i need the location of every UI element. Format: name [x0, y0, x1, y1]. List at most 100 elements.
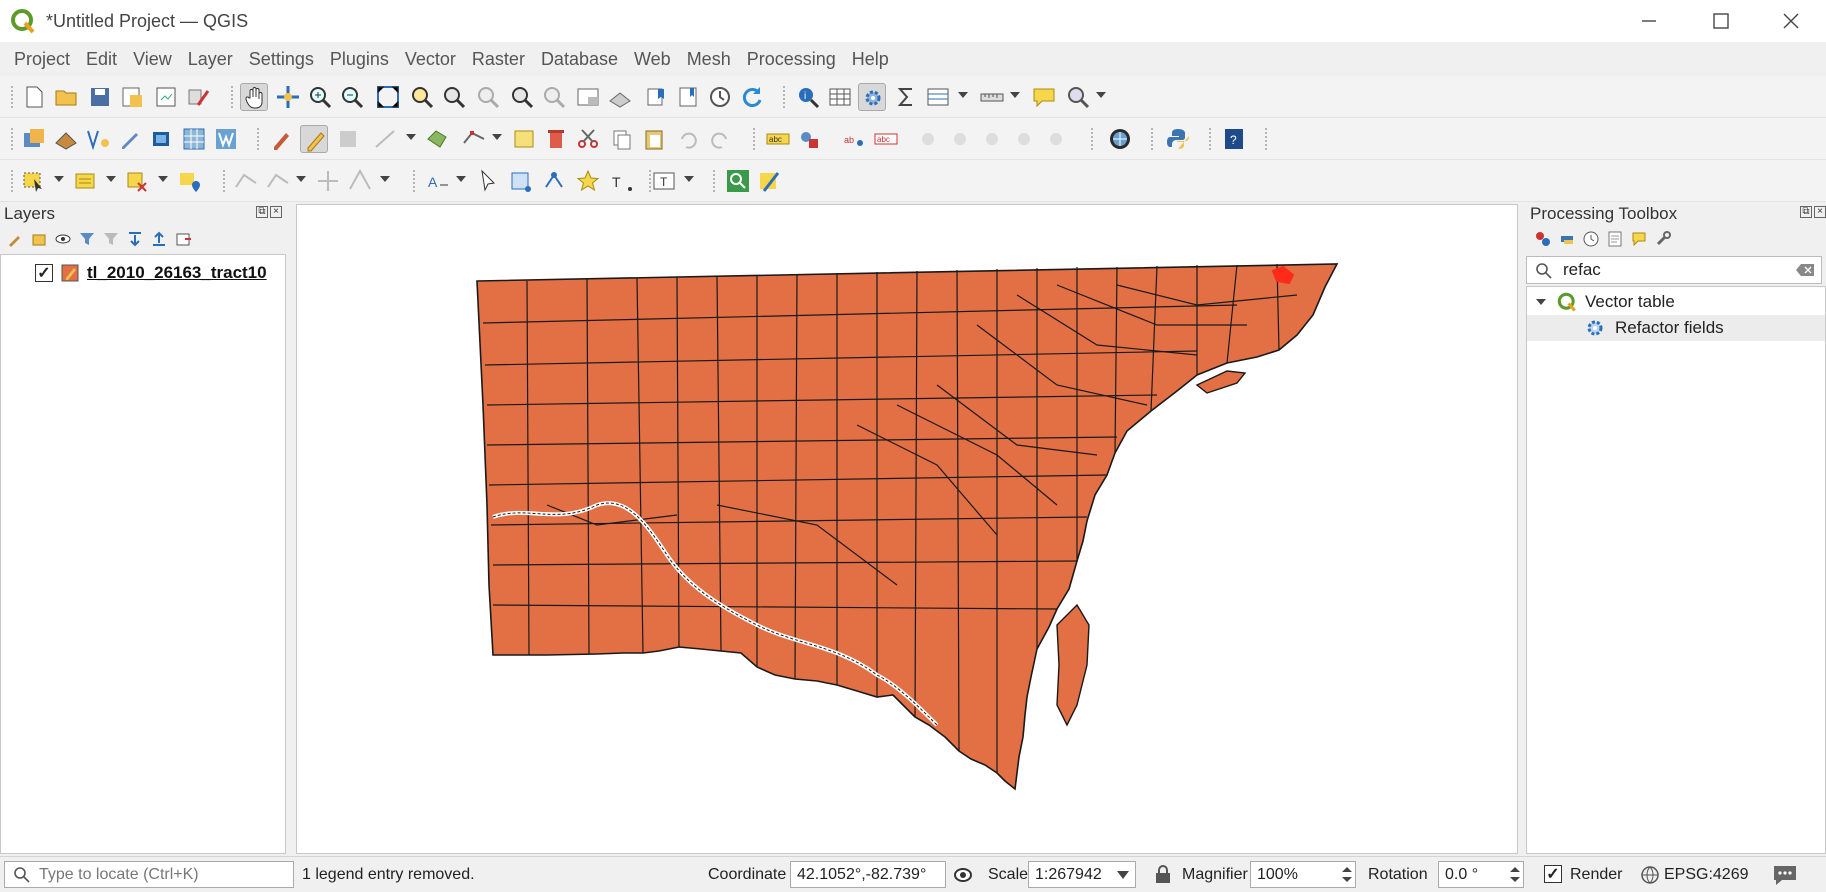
refresh-button[interactable]: [738, 83, 766, 111]
manage-visibility-icon[interactable]: [54, 230, 72, 248]
unpin-label-button[interactable]: [1042, 125, 1070, 153]
layer-name[interactable]: tl_2010_26163_tract10: [87, 263, 267, 283]
dropdown-arrow-icon[interactable]: [456, 176, 466, 182]
toggle-editing-button[interactable]: [300, 125, 328, 153]
models-icon[interactable]: [1534, 230, 1552, 248]
label-prop-button[interactable]: [1010, 125, 1038, 153]
new-map-view-button[interactable]: [574, 83, 602, 111]
add-group-icon[interactable]: [30, 230, 48, 248]
collapse-all-icon[interactable]: [150, 230, 168, 248]
print-layout-button[interactable]: [152, 83, 180, 111]
close-panel-button[interactable]: ×: [1814, 206, 1826, 218]
processing-toolbox-button[interactable]: [858, 83, 886, 111]
lock-icon[interactable]: [1154, 864, 1172, 884]
filter-expression-icon[interactable]: [102, 230, 120, 248]
menu-database[interactable]: Database: [533, 49, 626, 70]
tree-group-vector-table[interactable]: Vector table: [1527, 289, 1675, 315]
results-viewer-icon[interactable]: [1606, 230, 1624, 248]
dropdown-arrow-icon[interactable]: [958, 92, 968, 98]
toolbar-grip[interactable]: [10, 85, 14, 109]
toolbar-grip[interactable]: [752, 127, 756, 151]
toolbar-grip[interactable]: [1150, 127, 1154, 151]
menu-project[interactable]: Project: [6, 49, 78, 70]
select-locator-button[interactable]: [1064, 83, 1092, 111]
select-location-button[interactable]: [176, 167, 204, 195]
locator-search-input[interactable]: Type to locate (Ctrl+K): [4, 861, 294, 888]
move-label-button[interactable]: [914, 125, 942, 153]
toolbar-grip[interactable]: [222, 169, 226, 193]
show-hide-labels-button[interactable]: abc: [872, 125, 900, 153]
attribute-table-button[interactable]: [826, 83, 854, 111]
zoom-next-button[interactable]: [540, 83, 568, 111]
maximize-button[interactable]: [1686, 0, 1756, 42]
minimize-button[interactable]: [1614, 0, 1684, 42]
menu-plugins[interactable]: Plugins: [322, 49, 397, 70]
toolbar-grip[interactable]: [412, 169, 416, 193]
annotation-marker-button[interactable]: [574, 167, 602, 195]
open-table-dropdown-button[interactable]: [924, 83, 952, 111]
save-edits-button[interactable]: [334, 125, 362, 153]
pan-map-button[interactable]: [240, 83, 268, 111]
menu-view[interactable]: View: [125, 49, 180, 70]
menu-layer[interactable]: Layer: [180, 49, 241, 70]
advanced-digitize-1-button[interactable]: [232, 167, 260, 195]
dropdown-arrow-icon[interactable]: [684, 176, 694, 182]
deselect-features-button[interactable]: [124, 167, 152, 195]
toolbar-grip[interactable]: [10, 127, 14, 151]
python-console-button[interactable]: [1164, 125, 1192, 153]
render-checkbox[interactable]: ✓: [1544, 865, 1562, 883]
menu-settings[interactable]: Settings: [241, 49, 322, 70]
toolbar-grip[interactable]: [1264, 127, 1268, 151]
options-wrench-icon[interactable]: [1654, 230, 1672, 248]
globe-plugin-button[interactable]: [1106, 125, 1134, 153]
spinner-arrows-icon[interactable]: [1509, 864, 1521, 885]
dropdown-arrow-icon[interactable]: [492, 134, 502, 140]
rotation-field[interactable]: 0.0 °: [1438, 861, 1524, 888]
coordinate-field[interactable]: 42.1052°,-82.739°: [790, 861, 946, 888]
zoom-out-button[interactable]: [338, 83, 366, 111]
show-bookmarks-button[interactable]: [674, 83, 702, 111]
diagram-button[interactable]: [796, 125, 824, 153]
map-tips-button[interactable]: [1030, 83, 1058, 111]
current-edits-button[interactable]: [268, 125, 296, 153]
cut-features-button[interactable]: [574, 125, 602, 153]
zoom-last-button[interactable]: [508, 83, 536, 111]
toolbox-search-input[interactable]: refac: [1526, 256, 1822, 284]
layer-item[interactable]: ✓ tl_2010_26163_tract10: [35, 263, 267, 283]
modify-attributes-button[interactable]: [510, 125, 538, 153]
add-delimited-text-button[interactable]: [84, 125, 112, 153]
digitizing-tools-button[interactable]: [756, 167, 784, 195]
redo-button[interactable]: [706, 125, 734, 153]
advanced-digitize-3-button[interactable]: [314, 167, 342, 195]
zoom-to-layer-button[interactable]: [440, 83, 468, 111]
dropdown-arrow-icon[interactable]: [406, 134, 416, 140]
measure-button[interactable]: [978, 83, 1006, 111]
help-button[interactable]: ?: [1220, 125, 1248, 153]
menu-raster[interactable]: Raster: [464, 49, 533, 70]
toolbar-grip[interactable]: [712, 169, 716, 193]
crs-label[interactable]: EPSG:4269: [1664, 857, 1749, 892]
layer-visibility-checkbox[interactable]: ✓: [35, 264, 53, 282]
remove-layer-icon[interactable]: [174, 230, 192, 248]
dropdown-arrow-icon[interactable]: [1096, 92, 1106, 98]
zoom-in-button[interactable]: [306, 83, 334, 111]
advanced-digitize-2-button[interactable]: [264, 167, 292, 195]
expand-all-icon[interactable]: [126, 230, 144, 248]
python-scripts-icon[interactable]: [1558, 230, 1576, 248]
dropdown-arrow-icon[interactable]: [296, 176, 306, 182]
add-wms-button[interactable]: [212, 125, 240, 153]
data-source-manager-button[interactable]: [20, 125, 48, 153]
add-raster-button[interactable]: [180, 125, 208, 153]
locator-zoom-button[interactable]: [724, 167, 752, 195]
style-brush-icon[interactable]: [6, 230, 24, 248]
annotation-line-button[interactable]: [540, 167, 568, 195]
advanced-digitize-4-button[interactable]: [346, 167, 374, 195]
float-panel-button[interactable]: ⧉: [1800, 206, 1812, 218]
magnifier-field[interactable]: 100%: [1250, 861, 1356, 888]
statistics-button[interactable]: [892, 83, 920, 111]
messages-icon[interactable]: [1772, 864, 1798, 886]
pan-to-selection-button[interactable]: [274, 83, 302, 111]
style-manager-button[interactable]: [184, 83, 212, 111]
select-by-value-button[interactable]: [72, 167, 100, 195]
menu-web[interactable]: Web: [626, 49, 679, 70]
